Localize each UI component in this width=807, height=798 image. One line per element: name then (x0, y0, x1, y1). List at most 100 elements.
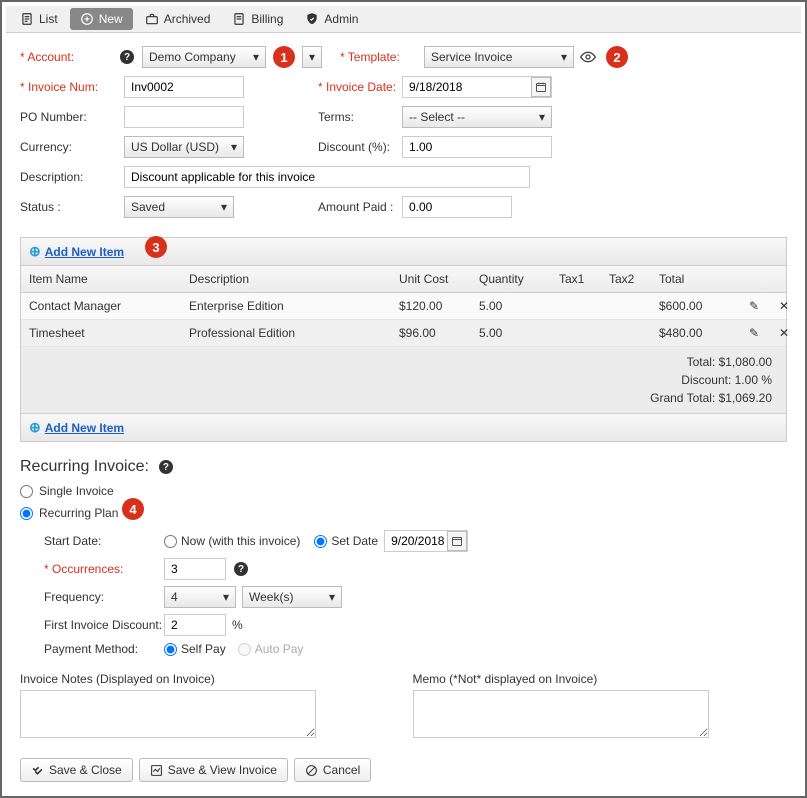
self-pay-radio[interactable] (164, 643, 177, 656)
plus-icon: ⊕ (29, 243, 41, 260)
plus-circle-icon (80, 12, 94, 26)
terms-label: Terms: (318, 110, 402, 124)
add-new-item-link[interactable]: Add New Item (45, 245, 124, 259)
delete-icon[interactable]: ✕ (769, 299, 799, 313)
discount-label: Discount (%): (318, 140, 402, 154)
single-invoice-option[interactable]: Single Invoice (6, 480, 801, 502)
amount-paid-label: Amount Paid : (318, 200, 402, 214)
calendar-icon[interactable] (531, 77, 551, 97)
chevron-down-icon: ▾ (561, 50, 567, 64)
currency-dropdown[interactable]: US Dollar (USD) ▾ (124, 136, 244, 158)
tab-archived[interactable]: Archived (135, 8, 221, 30)
col-tax2: Tax2 (609, 272, 659, 286)
currency-label: Currency: (20, 140, 116, 154)
status-dropdown[interactable]: Saved ▾ (124, 196, 234, 218)
status-label: Status : (20, 200, 116, 214)
account-label: * Account: (20, 50, 116, 64)
recurring-plan-option[interactable]: Recurring Plan 4 (6, 502, 801, 524)
occurrences-input[interactable] (164, 558, 226, 580)
eye-icon[interactable] (580, 49, 596, 65)
account-dropdown[interactable]: Demo Company ▾ (142, 46, 266, 68)
callout-3: 3 (145, 236, 167, 258)
recurring-plan-radio[interactable] (20, 507, 33, 520)
invoice-notes-textarea[interactable] (20, 690, 316, 738)
single-invoice-radio[interactable] (20, 485, 33, 498)
save-view-button[interactable]: Save & View Invoice (139, 758, 288, 782)
chevron-down-icon: ▾ (253, 50, 259, 64)
tab-new[interactable]: New (70, 8, 133, 30)
memo-textarea[interactable] (413, 690, 709, 738)
table-row: TimesheetProfessional Edition$96.005.00$… (21, 320, 786, 347)
amount-paid-input[interactable] (402, 196, 512, 218)
cell-unit-cost: $120.00 (399, 299, 479, 313)
invoice-form: * Account: ? Demo Company ▾ 1 ▾ * Templa… (6, 33, 801, 231)
discount-line: Discount: 1.00 % (35, 371, 772, 389)
delete-icon[interactable]: ✕ (769, 326, 799, 340)
now-radio[interactable] (164, 535, 177, 548)
currency-value: US Dollar (USD) (131, 140, 219, 154)
edit-icon[interactable]: ✎ (739, 326, 769, 340)
template-label: * Template: (340, 50, 424, 64)
discount-input[interactable] (402, 136, 552, 158)
calendar-icon[interactable] (447, 531, 467, 551)
table-row: Contact ManagerEnterprise Edition$120.00… (21, 293, 786, 320)
first-discount-input[interactable] (164, 614, 226, 636)
panel-header: ⊕ Add New Item 3 (21, 238, 786, 266)
save-close-button[interactable]: Save & Close (20, 758, 133, 782)
recurring-plan-label: Recurring Plan (39, 506, 118, 520)
status-value: Saved (131, 200, 165, 214)
col-quantity: Quantity (479, 272, 559, 286)
po-input[interactable] (124, 106, 244, 128)
tab-admin[interactable]: Admin (295, 8, 368, 30)
check-icon (31, 764, 44, 777)
edit-icon[interactable]: ✎ (739, 299, 769, 313)
tab-list[interactable]: List (10, 8, 68, 30)
cancel-icon (305, 764, 318, 777)
tab-admin-label: Admin (324, 12, 358, 26)
terms-value: -- Select -- (409, 110, 465, 124)
account-extra-dropdown[interactable]: ▾ (302, 46, 322, 68)
occurrences-label: * Occurrences: (44, 562, 164, 576)
payment-method-label: Payment Method: (44, 642, 164, 656)
col-description: Description (189, 272, 399, 286)
start-date-label: Start Date: (44, 534, 164, 548)
auto-pay-label: Auto Pay (255, 642, 304, 656)
cancel-button[interactable]: Cancel (294, 758, 371, 782)
cell-item-name: Contact Manager (29, 299, 189, 313)
callout-4: 4 (122, 498, 144, 520)
frequency-unit: Week(s) (249, 590, 293, 604)
template-value: Service Invoice (431, 50, 512, 64)
terms-dropdown[interactable]: -- Select -- ▾ (402, 106, 552, 128)
frequency-unit-dropdown[interactable]: Week(s) ▾ (242, 586, 342, 608)
chevron-down-icon: ▾ (309, 50, 315, 64)
tab-archived-label: Archived (164, 12, 211, 26)
frequency-value: 4 (171, 590, 178, 604)
help-icon[interactable]: ? (159, 460, 173, 474)
document-icon (20, 12, 34, 26)
help-icon[interactable]: ? (234, 562, 248, 576)
briefcase-icon (145, 12, 159, 26)
tab-billing[interactable]: Billing (222, 8, 293, 30)
description-input[interactable] (124, 166, 530, 188)
frequency-number-dropdown[interactable]: 4 ▾ (164, 586, 236, 608)
col-total: Total (659, 272, 739, 286)
cell-description: Enterprise Edition (189, 299, 399, 313)
set-date-radio[interactable] (314, 535, 327, 548)
template-dropdown[interactable]: Service Invoice ▾ (424, 46, 574, 68)
memo-label: Memo (*Not* displayed on Invoice) (413, 672, 788, 686)
description-label: Description: (20, 170, 116, 184)
tab-billing-label: Billing (251, 12, 283, 26)
plus-icon: ⊕ (29, 419, 41, 436)
single-invoice-label: Single Invoice (39, 484, 114, 498)
frequency-label: Frequency: (44, 590, 164, 604)
add-new-item-link-bottom[interactable]: Add New Item (45, 421, 124, 435)
cell-description: Professional Edition (189, 326, 399, 340)
invoice-date-input[interactable] (402, 76, 552, 98)
recurring-title: Recurring Invoice: ? (6, 448, 801, 480)
invoice-num-input[interactable] (124, 76, 244, 98)
set-date-label: Set Date (331, 534, 378, 548)
now-label: Now (with this invoice) (181, 534, 300, 548)
items-header-row: Item Name Description Unit Cost Quantity… (21, 266, 786, 293)
document-icon (232, 12, 246, 26)
help-icon[interactable]: ? (120, 50, 134, 64)
